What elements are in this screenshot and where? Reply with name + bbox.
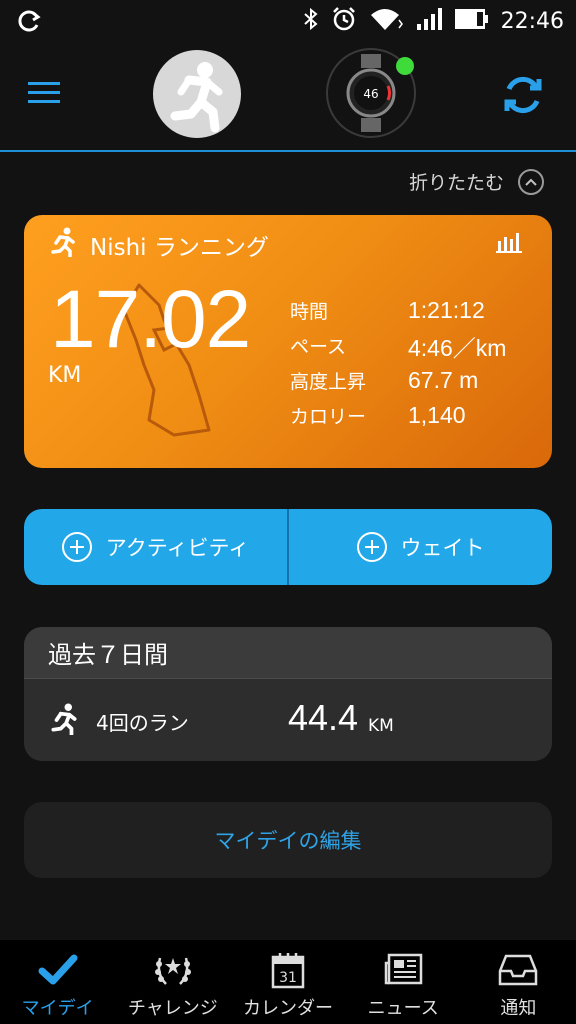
tab-news[interactable]: ニュース: [346, 940, 461, 1024]
stat-label: 高度上昇: [290, 371, 367, 393]
stat-label: カロリー: [290, 406, 367, 428]
activity-card[interactable]: Nishi ランニング 17.02 KM 時間 1:21:12 ペース 4:46…: [24, 215, 552, 468]
tab-label: 通知: [500, 998, 537, 1019]
tab-label: ニュース: [367, 998, 439, 1019]
device-connected-indicator: [396, 57, 414, 75]
wifi-icon: [369, 6, 403, 36]
stat-value: 1,140: [408, 402, 466, 428]
edit-my-day-button[interactable]: マイデイの編集: [24, 802, 552, 878]
tab-label: マイデイ: [21, 998, 94, 1019]
stat-pace: ペース 4:46／km: [290, 328, 506, 363]
check-icon: [38, 950, 78, 990]
add-buttons: アクティビティ ウェイト: [24, 509, 552, 585]
stat-label: 時間: [290, 301, 329, 323]
add-weight-button[interactable]: ウェイト: [289, 509, 552, 585]
stat-label: ペース: [290, 336, 347, 358]
running-icon: [50, 703, 78, 739]
app-header: 46: [0, 40, 576, 152]
sync-icon[interactable]: [500, 72, 546, 118]
tab-notifications[interactable]: 通知: [461, 940, 576, 1024]
calendar-icon: 31: [271, 950, 305, 990]
add-activity-label: アクティビティ: [105, 536, 250, 560]
weekly-runs-row[interactable]: 4回のラン 44.4 KM: [24, 679, 552, 761]
stat-value: 67.7 m: [408, 367, 479, 393]
tab-my-day[interactable]: マイデイ: [0, 940, 115, 1024]
battery-icon: [454, 8, 489, 34]
stat-calories: カロリー 1,140: [290, 398, 506, 433]
clock: 22:46: [500, 8, 564, 34]
distance-value: 17.02: [50, 274, 251, 365]
alarm-icon: [331, 6, 357, 36]
running-icon: [50, 227, 76, 263]
weekly-distance-unit: KM: [368, 716, 394, 736]
add-weight-label: ウェイト: [400, 536, 485, 560]
signal-icon: [415, 6, 443, 36]
runs-count-label: 4回のラン: [96, 711, 189, 735]
tab-label: カレンダー: [243, 998, 333, 1019]
weekly-distance: 44.4: [288, 697, 359, 738]
stat-value: 1:21:12: [408, 297, 485, 323]
stat-time: 時間 1:21:12: [290, 293, 506, 328]
edit-my-day-label: マイデイの編集: [214, 829, 362, 853]
tab-label: チャレンジ: [127, 998, 218, 1019]
tab-calendar[interactable]: 31 カレンダー: [230, 940, 345, 1024]
collapse-label: 折りたたむ: [408, 172, 504, 194]
activity-stats: 時間 1:21:12 ペース 4:46／km 高度上昇 67.7 m カロリー …: [290, 293, 506, 433]
newspaper-icon: [383, 950, 423, 990]
bluetooth-icon: [303, 7, 319, 35]
stat-elevation: 高度上昇 67.7 m: [290, 363, 506, 398]
calendar-day: 31: [279, 970, 297, 986]
laurel-icon: [152, 950, 194, 990]
inbox-icon: [498, 950, 538, 990]
profile-avatar[interactable]: [153, 50, 241, 138]
watch-face-value: 46: [363, 87, 378, 101]
plus-circle-icon: [61, 532, 92, 562]
chevron-up-icon: [518, 168, 544, 195]
status-bar: 22:46: [0, 0, 576, 40]
last-7-days-title: 過去７日間: [24, 627, 552, 679]
stat-value: 4:46／km: [408, 334, 507, 361]
bar-chart-icon[interactable]: [496, 231, 522, 257]
add-activity-button[interactable]: アクティビティ: [24, 509, 287, 585]
tab-challenges[interactable]: チャレンジ: [115, 940, 230, 1024]
hamburger-icon[interactable]: [28, 80, 62, 106]
runner-avatar-icon: [170, 62, 223, 133]
collapse-toggle[interactable]: 折りたたむ: [409, 168, 544, 195]
last-7-days-card[interactable]: 過去７日間 4回のラン 44.4 KM: [24, 627, 552, 761]
bottom-tab-bar: マイデイ チャレンジ 31 カレンダー ニュース 通知: [0, 940, 576, 1024]
plus-circle-icon: [356, 532, 387, 562]
activity-title: Nishi ランニング: [90, 235, 269, 261]
sync-status-icon: [16, 8, 42, 38]
distance-unit: KM: [48, 363, 82, 388]
